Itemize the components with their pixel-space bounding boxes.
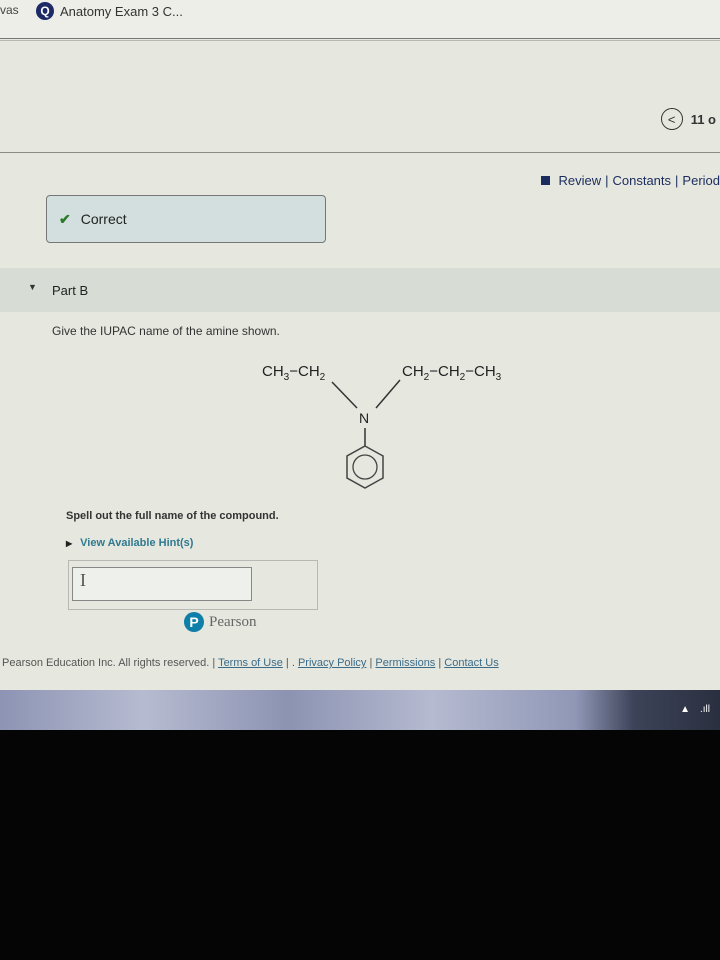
correct-label: Correct <box>80 211 127 227</box>
resource-links: Review | Constants | Period <box>541 173 720 188</box>
left-chain-label: CH3−CH2 <box>262 363 326 383</box>
monitor-bezel <box>0 730 720 960</box>
review-link[interactable]: Review <box>558 173 601 188</box>
periodic-table-link[interactable]: Period <box>682 173 720 188</box>
answer-instruction: Spell out the full name of the compound. <box>66 510 279 522</box>
quiz-q-icon: Q <box>36 2 54 20</box>
tab-anatomy-exam[interactable]: Q Anatomy Exam 3 C... <box>36 0 183 22</box>
bond-left <box>331 381 358 409</box>
privacy-policy-link[interactable]: Privacy Policy <box>298 657 366 669</box>
tab-bar: vas Q Anatomy Exam 3 C... <box>0 0 720 39</box>
amine-structure: CH3−CH2 CH2−CH2−CH3 N <box>262 363 502 489</box>
part-b-header[interactable]: ▼ Part B <box>0 268 720 312</box>
previous-question-button[interactable]: < <box>660 108 683 130</box>
question-nav: < 11 o <box>660 108 720 130</box>
tab-title: Anatomy Exam 3 C... <box>60 3 183 19</box>
view-hints-toggle[interactable]: ▶ View Available Hint(s) <box>66 537 193 549</box>
system-tray: ▲ .ıll <box>680 704 710 715</box>
constants-link[interactable]: Constants <box>612 173 671 188</box>
signal-bars-icon[interactable]: .ıll <box>700 704 710 715</box>
hint-label[interactable]: View Available Hint(s) <box>80 537 193 549</box>
checkmark-icon: ✔ <box>59 210 71 227</box>
part-a-correct-banner: ✔ Correct <box>46 195 326 243</box>
pearson-name: Pearson <box>209 613 257 630</box>
question-text: Give the IUPAC name of the amine shown. <box>52 324 280 338</box>
right-chain-label: CH2−CH2−CH3 <box>402 363 502 383</box>
review-square-icon <box>541 176 551 185</box>
pearson-brand: P Pearson <box>184 612 257 632</box>
os-taskbar: ▲ .ıll <box>0 690 720 730</box>
aromatic-circle <box>352 454 378 480</box>
contact-us-link[interactable]: Contact Us <box>444 657 498 669</box>
divider <box>0 40 720 41</box>
terms-of-use-link[interactable]: Terms of Use <box>218 657 283 669</box>
nitrogen-atom: N <box>359 410 369 426</box>
question-counter: 11 o <box>690 111 716 127</box>
answer-input[interactable] <box>72 567 252 601</box>
expand-triangle-icon: ▶ <box>66 538 73 548</box>
tray-arrow-up-icon[interactable]: ▲ <box>680 704 690 715</box>
bond-right <box>375 379 401 409</box>
divider <box>0 152 720 153</box>
footer: Pearson Education Inc. All rights reserv… <box>2 657 499 669</box>
previous-tab[interactable]: vas <box>0 3 19 17</box>
browser-screen: vas Q Anatomy Exam 3 C... < 11 o Review … <box>0 0 720 690</box>
link-separator: | <box>605 173 609 188</box>
permissions-link[interactable]: Permissions <box>375 657 435 669</box>
link-separator: | <box>675 173 679 188</box>
text-cursor-icon: I <box>80 570 86 590</box>
pearson-logo-icon: P <box>184 612 204 632</box>
part-b-title: Part B <box>52 283 89 298</box>
collapse-caret-icon[interactable]: ▼ <box>28 282 37 292</box>
copyright-text: Pearson Education Inc. All rights reserv… <box>2 657 210 669</box>
